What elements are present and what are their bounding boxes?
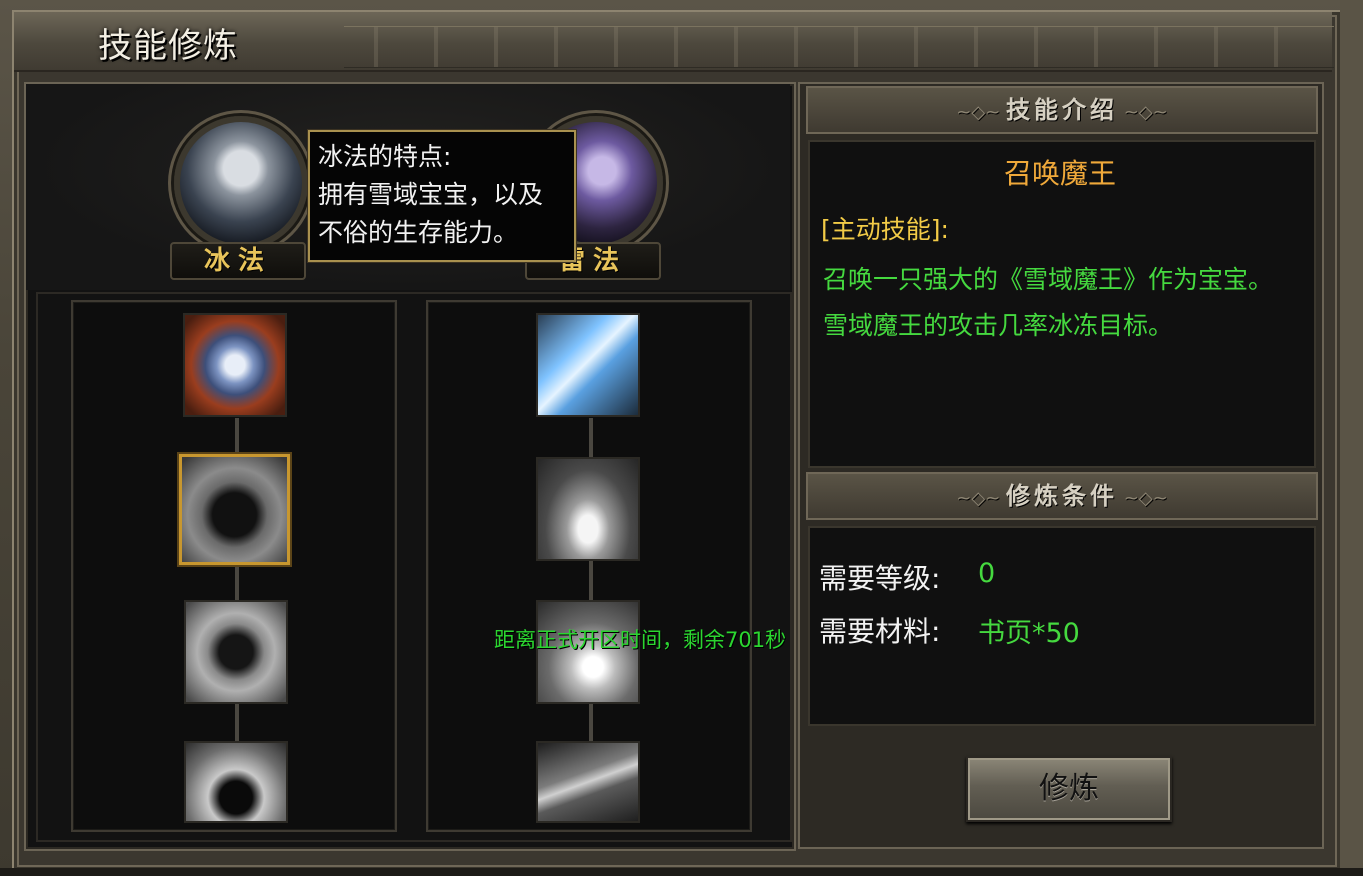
shield-skill-icon[interactable]	[183, 313, 287, 417]
header-ornament-left-icon: ~◇~	[956, 102, 1006, 123]
class-name-ice-mage[interactable]: 冰法	[170, 242, 306, 280]
lightning-bolt-skill-icon[interactable]	[536, 741, 640, 823]
header-ornament-right-icon: ~◇~	[1118, 102, 1168, 123]
server-open-countdown: 距离正式开区时间，剩余701秒	[494, 628, 787, 652]
required-material-value: 书页*50	[978, 618, 1080, 649]
skill-intro-header: ~◇~ 技能介绍 ~◇~	[806, 86, 1318, 134]
train-conditions-header-label: 修炼条件	[1006, 482, 1118, 510]
ice-mage-portrait[interactable]	[174, 116, 308, 250]
title-ornament	[344, 26, 1334, 68]
skill-description-line-2: 雪域魔王的攻击几率冰冻目标。	[823, 311, 1174, 340]
tooltip-line-2: 拥有雪域宝宝，以及	[318, 180, 544, 209]
required-level-value: 0	[978, 558, 996, 589]
ice-cross-skill-icon[interactable]	[536, 313, 640, 417]
header-ornament-right-icon: ~◇~	[1118, 488, 1168, 509]
horned-helm-skill-icon[interactable]	[179, 454, 290, 565]
header-ornament-left-icon: ~◇~	[956, 488, 1006, 509]
background-edge	[1340, 0, 1363, 876]
window-title: 技能修炼	[98, 26, 238, 66]
skill-name: 召唤魔王	[1003, 157, 1116, 190]
train-conditions-header: ~◇~ 修炼条件 ~◇~	[806, 472, 1318, 520]
class-tooltip: 冰法的特点: 拥有雪域宝宝，以及 不俗的生存能力。	[308, 130, 576, 262]
skill-intro-header-label: 技能介绍	[1006, 96, 1118, 124]
skill-description-line-1: 召唤一只强大的《雪域魔王》作为宝宝。	[823, 265, 1274, 294]
required-level-label: 需要等级:	[819, 562, 941, 595]
tooltip-line-3: 不俗的生存能力。	[318, 218, 519, 247]
required-material-label: 需要材料:	[819, 615, 941, 648]
raised-hand-skill-icon[interactable]	[184, 741, 288, 823]
train-button[interactable]: 修炼	[966, 756, 1172, 822]
bottom-edge	[0, 868, 1363, 876]
tooltip-line-1: 冰法的特点:	[318, 142, 452, 171]
ground-spikes-skill-icon[interactable]	[536, 457, 640, 561]
demon-mask-skill-icon[interactable]	[184, 600, 288, 704]
skill-type: [主动技能]:	[821, 215, 949, 244]
